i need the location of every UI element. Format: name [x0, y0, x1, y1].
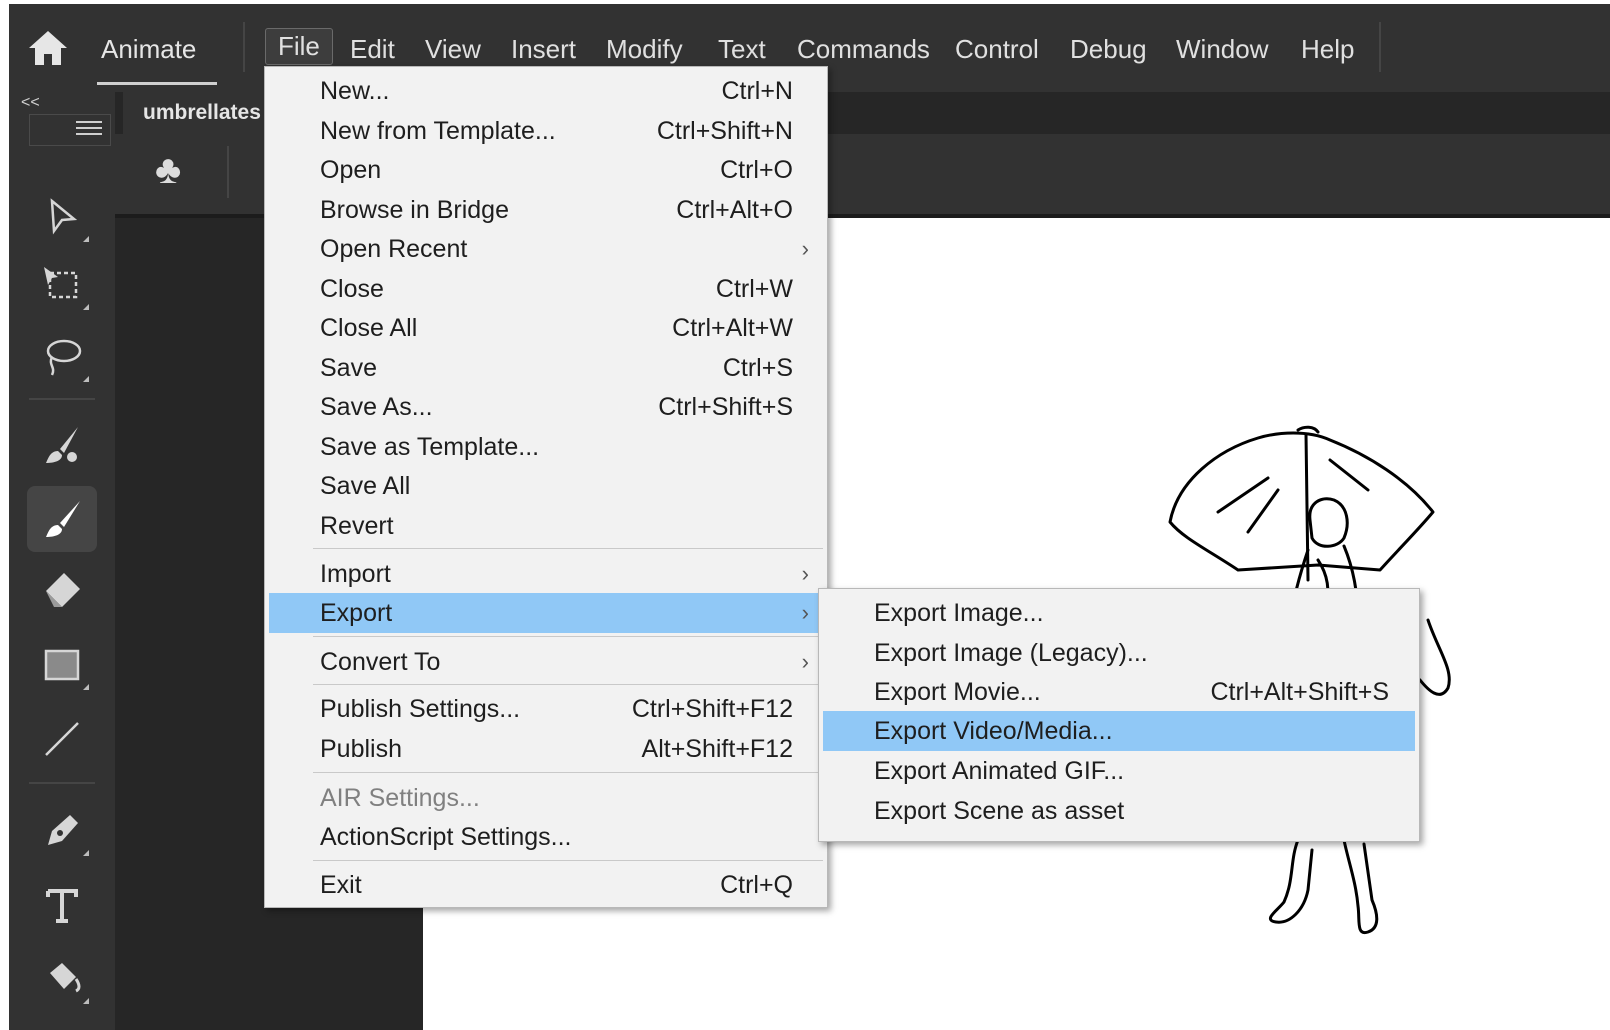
free-transform-tool[interactable] — [27, 252, 97, 318]
menu-item-import[interactable]: Import › — [269, 554, 823, 594]
brush-icon — [46, 501, 80, 537]
club-icon[interactable]: ♣ — [155, 148, 181, 193]
free-transform-icon — [44, 267, 78, 299]
brush-tool[interactable] — [27, 486, 97, 552]
hamburger-icon — [76, 121, 102, 139]
rectangle-icon — [44, 649, 80, 681]
menu-item-close[interactable]: Close Ctrl+W — [269, 269, 823, 309]
workspace-tab-animate[interactable]: Animate — [101, 34, 196, 65]
document-tab[interactable]: umbrellates — [123, 92, 281, 134]
menu-item-new[interactable]: New... Ctrl+N — [269, 71, 823, 111]
pen-tool[interactable] — [27, 798, 97, 864]
subselection-icon — [50, 198, 78, 235]
menu-item-export[interactable]: Export › — [269, 593, 823, 633]
text-tool[interactable] — [27, 872, 97, 938]
menu-item-save-all[interactable]: Save All — [269, 466, 823, 506]
menu-item-save-as[interactable]: Save As... Ctrl+Shift+S — [269, 387, 823, 427]
paint-bucket-tool[interactable] — [27, 946, 97, 1012]
menu-item-exit[interactable]: Exit Ctrl+Q — [269, 865, 823, 905]
menu-item-convert-to[interactable]: Convert To › — [269, 642, 823, 682]
menu-window[interactable]: Window — [1176, 34, 1268, 65]
menu-item-browse-in-bridge[interactable]: Browse in Bridge Ctrl+Alt+O — [269, 190, 823, 230]
paint-bucket-icon — [50, 963, 81, 993]
menu-modify[interactable]: Modify — [606, 34, 683, 65]
menu-item-export-scene-as-asset[interactable]: Export Scene as asset — [823, 791, 1415, 831]
menu-debug[interactable]: Debug — [1070, 34, 1147, 65]
menu-separator — [313, 860, 823, 861]
chevron-right-icon: › — [801, 561, 809, 586]
menu-text[interactable]: Text — [718, 34, 766, 65]
paint-brush-icon — [46, 427, 78, 463]
paint-brush-tool[interactable] — [27, 412, 97, 478]
home-icon[interactable] — [27, 28, 69, 68]
menu-item-publish[interactable]: Publish Alt+Shift+F12 — [269, 729, 823, 769]
menu-item-export-movie[interactable]: Export Movie... Ctrl+Alt+Shift+S — [823, 672, 1415, 712]
menu-item-export-video-media[interactable]: Export Video/Media... — [823, 711, 1415, 751]
pen-icon — [48, 815, 78, 845]
menubar-divider — [1379, 22, 1381, 72]
menu-item-new-from-template[interactable]: New from Template... Ctrl+Shift+N — [269, 111, 823, 151]
chevron-right-icon: › — [801, 236, 809, 261]
menu-item-save-as-template[interactable]: Save as Template... — [269, 427, 823, 467]
menu-item-close-all[interactable]: Close All Ctrl+Alt+W — [269, 308, 823, 348]
menu-item-save[interactable]: Save Ctrl+S — [269, 348, 823, 388]
menu-item-export-image-legacy[interactable]: Export Image (Legacy)... — [823, 633, 1415, 673]
menu-item-revert[interactable]: Revert — [269, 506, 823, 546]
eraser-icon — [46, 573, 80, 607]
chevron-right-icon: › — [801, 649, 809, 674]
menu-item-export-image[interactable]: Export Image... — [823, 593, 1415, 633]
menu-file[interactable]: File — [265, 28, 333, 65]
menu-item-actionscript-settings[interactable]: ActionScript Settings... — [269, 817, 823, 857]
menu-commands[interactable]: Commands — [797, 34, 930, 65]
menu-separator — [313, 772, 823, 773]
line-icon — [45, 722, 79, 756]
workspace-tab-underline — [97, 82, 217, 85]
menu-insert[interactable]: Insert — [511, 34, 576, 65]
chevron-right-icon: › — [801, 600, 809, 625]
file-menu: New... Ctrl+N New from Template... Ctrl+Sh… — [264, 66, 828, 908]
eraser-tool[interactable] — [27, 558, 97, 624]
lasso-tool[interactable] — [27, 324, 97, 390]
text-icon — [46, 889, 78, 923]
menu-item-open-recent[interactable]: Open Recent › — [269, 229, 823, 269]
menu-help[interactable]: Help — [1301, 34, 1354, 65]
menu-item-air-settings: AIR Settings... — [320, 783, 480, 812]
tool-divider — [29, 398, 95, 400]
export-submenu: Export Image... Export Image (Legacy)...… — [818, 588, 1420, 842]
menu-view[interactable]: View — [425, 34, 481, 65]
menu-item-export-animated-gif[interactable]: Export Animated GIF... — [823, 751, 1415, 791]
menu-item-open[interactable]: Open Ctrl+O — [269, 150, 823, 190]
collapse-panel-button[interactable]: << — [21, 94, 40, 112]
menu-edit[interactable]: Edit — [350, 34, 395, 65]
tools-panel: << — [9, 92, 116, 1030]
lasso-icon — [46, 339, 82, 376]
menu-separator — [313, 684, 823, 685]
document-tab-title: umbrellates — [143, 101, 261, 124]
menu-control[interactable]: Control — [955, 34, 1039, 65]
menu-item-publish-settings[interactable]: Publish Settings... Ctrl+Shift+F12 — [269, 689, 823, 729]
tool-divider — [29, 782, 95, 784]
line-tool[interactable] — [27, 706, 97, 772]
menu-separator — [313, 636, 823, 637]
edit-bar-divider — [227, 146, 229, 198]
subselection-tool[interactable] — [27, 184, 97, 250]
menu-separator — [313, 548, 823, 549]
tools-panel-menu[interactable] — [29, 114, 111, 146]
menubar-divider — [243, 22, 245, 72]
rectangle-tool[interactable] — [27, 632, 97, 698]
